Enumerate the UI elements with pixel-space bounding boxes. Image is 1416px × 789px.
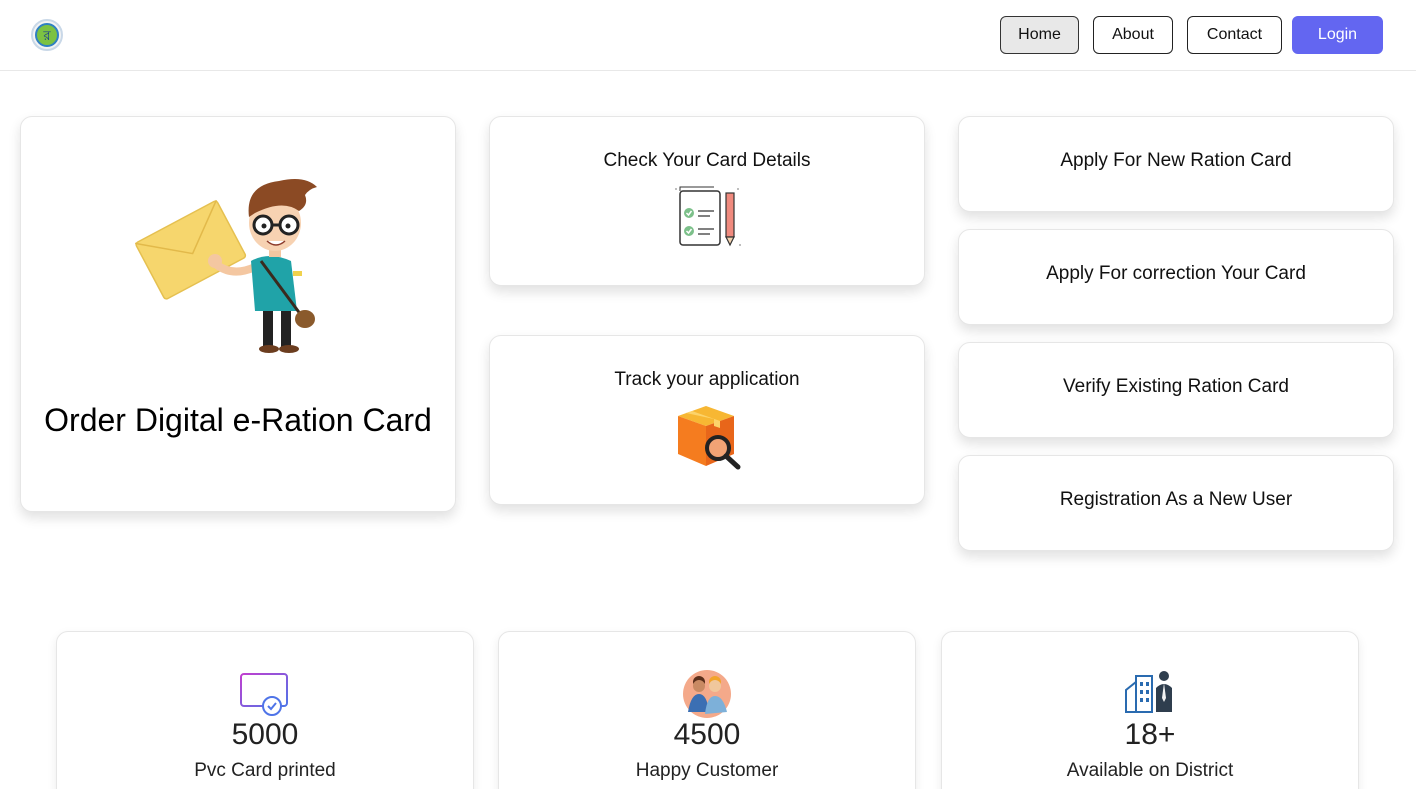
stat-label-pvc: Pvc Card printed [194, 760, 336, 781]
stat-value-customers: 4500 [673, 718, 741, 751]
nav-home-button[interactable]: Home [1000, 16, 1079, 54]
register-new-user-card[interactable]: Registration As a New User [958, 455, 1394, 551]
track-application-card[interactable]: Track your application [489, 335, 925, 505]
verify-existing-card[interactable]: Verify Existing Ration Card [958, 342, 1394, 438]
login-button[interactable]: Login [1292, 16, 1383, 54]
apply-correction-card[interactable]: Apply For correction Your Card [958, 229, 1394, 325]
hero-card[interactable]: Order Digital e-Ration Card [20, 116, 456, 512]
logo-icon[interactable]: র [31, 19, 63, 51]
navbar: র Home About Contact Login [0, 0, 1416, 71]
district-building-icon [1125, 671, 1172, 713]
apply-correction-card-title: Apply For correction Your Card [1046, 263, 1306, 284]
card-check-icon [240, 673, 288, 716]
package-search-icon [678, 406, 741, 470]
track-application-title: Track your application [614, 369, 800, 390]
check-card-details-title: Check Your Card Details [603, 150, 811, 171]
stat-value-pvc: 5000 [231, 718, 299, 751]
mailman-illustration-icon [134, 179, 317, 353]
apply-new-ration-card-title: Apply For New Ration Card [1060, 150, 1292, 171]
nav-about-button[interactable]: About [1093, 16, 1173, 54]
customers-icon [683, 670, 731, 718]
check-card-details-card[interactable]: Check Your Card Details [489, 116, 925, 286]
nav-contact-button[interactable]: Contact [1187, 16, 1282, 54]
verify-existing-card-title: Verify Existing Ration Card [1063, 376, 1289, 397]
stat-label-district: Available on District [1066, 760, 1234, 781]
stat-card-pvc: 5000 Pvc Card printed [56, 631, 474, 789]
stat-card-district: 18+ Available on District [941, 631, 1359, 789]
stat-card-customers: 4500 Happy Customer [498, 631, 916, 789]
svg-text:র: র [42, 29, 51, 44]
hero-title: Order Digital e-Ration Card [44, 402, 432, 438]
stat-label-customers: Happy Customer [635, 760, 779, 781]
register-new-user-card-title: Registration As a New User [1059, 489, 1293, 510]
document-check-icon [675, 186, 741, 247]
apply-new-ration-card[interactable]: Apply For New Ration Card [958, 116, 1394, 212]
stat-value-district: 18+ [1124, 718, 1176, 751]
